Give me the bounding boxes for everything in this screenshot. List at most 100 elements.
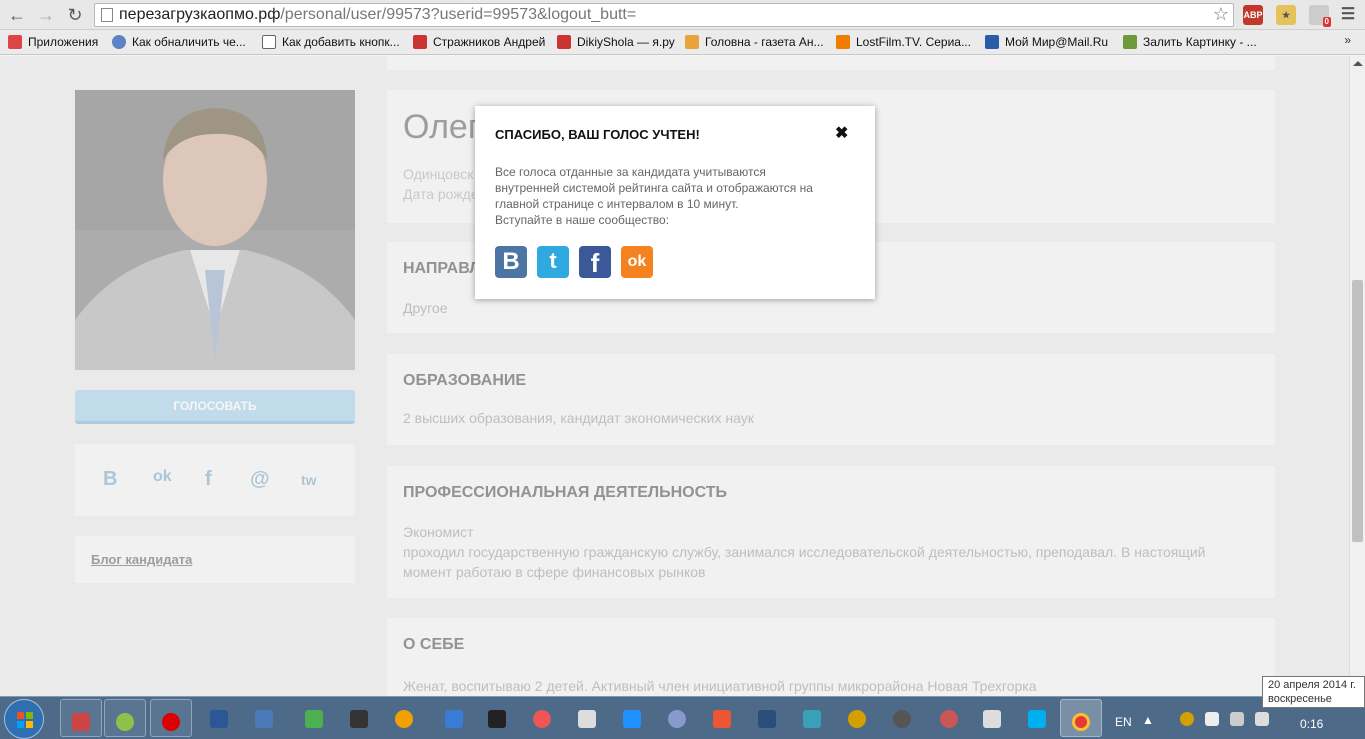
tray-icon[interactable] — [1180, 712, 1194, 726]
page-icon — [262, 35, 276, 49]
bookmark-label: Приложения — [28, 35, 99, 49]
bookmark-item[interactable]: Залить Картинку - ... — [1123, 34, 1257, 50]
modal-text-line: Вступайте в наше сообщество: — [495, 213, 670, 227]
page-icon — [101, 8, 113, 22]
adblock-icon[interactable]: ABP — [1243, 5, 1263, 25]
extension-icon[interactable]: ★ — [1276, 5, 1296, 25]
app-icon — [116, 713, 134, 731]
bookmark-item[interactable]: DikiyShola — я.ру — [557, 34, 675, 50]
menu-icon[interactable]: ☰ — [1338, 5, 1358, 25]
url-host: перезагрузкаопмо.рф — [119, 6, 281, 23]
bookmark-apps[interactable]: Приложения — [8, 34, 98, 50]
date-tooltip: 20 апреля 2014 г. воскресенье — [1262, 676, 1365, 708]
scroll-up-icon[interactable] — [1353, 61, 1363, 66]
network-icon[interactable] — [1230, 712, 1244, 726]
torrent-icon[interactable] — [305, 710, 323, 728]
tooltip-date: 20 апреля 2014 г. — [1268, 679, 1356, 691]
extension-badge-icon[interactable]: 0 — [1309, 5, 1331, 27]
app-icon[interactable] — [350, 710, 368, 728]
language-indicator[interactable]: EN — [1115, 715, 1132, 729]
bookmark-label: Головна - газета Ан... — [705, 35, 824, 49]
site-icon — [1123, 35, 1137, 49]
share-facebook-icon[interactable]: f — [579, 246, 611, 278]
chrome-icon — [1072, 713, 1090, 731]
taskbar-opera[interactable] — [150, 699, 192, 737]
bookmark-label: DikiyShola — я.ру — [577, 35, 675, 49]
bookmark-item[interactable]: Стражников Андрей — [413, 34, 545, 50]
app-icon[interactable] — [983, 710, 1001, 728]
globe-icon — [112, 35, 126, 49]
modal-text-line: главной странице с интервалом в 10 минут… — [495, 197, 739, 211]
bookmark-item[interactable]: Как обналичить че... — [112, 34, 246, 50]
app-icon[interactable] — [668, 710, 686, 728]
app-icon[interactable] — [893, 710, 911, 728]
modal-text-line: внутренней системой рейтинга сайта и ото… — [495, 181, 813, 195]
windows-flag-icon — [17, 712, 33, 728]
taskbar-app[interactable] — [104, 699, 146, 737]
apps-icon — [8, 35, 22, 49]
scroll-thumb[interactable] — [1352, 280, 1363, 542]
site-icon — [985, 35, 999, 49]
page-scrollbar[interactable] — [1349, 56, 1365, 696]
app-icon[interactable] — [758, 710, 776, 728]
app-icon[interactable] — [848, 710, 866, 728]
app-icon[interactable] — [803, 710, 821, 728]
app-icon[interactable] — [255, 710, 273, 728]
calculator-icon[interactable] — [578, 710, 596, 728]
page-viewport: ГОЛОСОВАТЬ B ok f @ tw Блог кандидата Ол… — [0, 56, 1349, 696]
skype-icon[interactable] — [1028, 710, 1046, 728]
opera-icon — [162, 713, 180, 731]
bookmarks-bar: Приложения Как обналичить че... Как доба… — [0, 30, 1365, 55]
vote-confirmation-modal: СПАСИБО, ВАШ ГОЛОС УЧТЕН! ✖ Все голоса о… — [475, 106, 875, 299]
app-icon[interactable] — [488, 710, 506, 728]
modal-title: СПАСИБО, ВАШ ГОЛОС УЧТЕН! — [495, 127, 700, 142]
bookmark-item[interactable]: LostFilm.TV. Сериа... — [836, 34, 971, 50]
site-icon — [836, 35, 850, 49]
bookmark-label: LostFilm.TV. Сериа... — [856, 35, 971, 49]
app-icon[interactable] — [395, 710, 413, 728]
app-icon[interactable] — [445, 710, 463, 728]
browser-toolbar: ← → ↻ перезагрузкаопмо.рф/personal/user/… — [0, 0, 1365, 30]
share-twitter-icon[interactable]: t — [537, 246, 569, 278]
share-odnoklassniki-icon[interactable]: ok — [621, 246, 653, 278]
taskbar-app[interactable] — [60, 699, 102, 737]
bookmarks-more-icon[interactable]: » — [1344, 33, 1351, 47]
start-button[interactable] — [4, 699, 44, 739]
bookmark-label: Стражников Андрей — [433, 35, 546, 49]
windows-taskbar: EN ▲ 0:16 — [0, 696, 1365, 739]
site-icon — [557, 35, 571, 49]
url-path: /personal/user/99573?userid=99573&logout… — [280, 6, 637, 23]
back-icon[interactable]: ← — [6, 4, 28, 26]
bookmark-label: Как добавить кнопк... — [282, 35, 400, 49]
bookmark-item[interactable]: Мой Мир@Mail.Ru — [985, 34, 1108, 50]
site-icon — [685, 35, 699, 49]
modal-message: Все голоса отданные за кандидата учитыва… — [495, 164, 855, 228]
app-icon[interactable] — [713, 710, 731, 728]
reload-icon[interactable]: ↻ — [64, 4, 86, 26]
bookmark-item[interactable]: Головна - газета Ан... — [685, 34, 824, 50]
share-vk-icon[interactable]: B — [495, 246, 527, 278]
forward-icon[interactable]: → — [35, 4, 57, 26]
app-icon[interactable] — [940, 710, 958, 728]
address-bar[interactable]: перезагрузкаопмо.рф/personal/user/99573?… — [94, 3, 1234, 27]
ext-badge: 0 — [1322, 17, 1331, 27]
app-icon — [72, 713, 90, 731]
bookmark-label: Залить Картинку - ... — [1143, 35, 1257, 49]
taskbar-chrome[interactable] — [1060, 699, 1102, 737]
app-icon[interactable] — [623, 710, 641, 728]
bookmark-item[interactable]: Как добавить кнопк... — [262, 34, 400, 50]
star-icon[interactable]: ☆ — [1213, 4, 1229, 25]
tooltip-day: воскресенье — [1268, 693, 1332, 705]
modal-text-line: Все голоса отданные за кандидата учитыва… — [495, 165, 766, 179]
site-icon — [413, 35, 427, 49]
bookmark-label: Мой Мир@Mail.Ru — [1005, 35, 1109, 49]
word-icon[interactable] — [210, 710, 228, 728]
app-icon[interactable] — [533, 710, 551, 728]
clock[interactable]: 0:16 — [1300, 717, 1323, 731]
url-text: перезагрузкаопмо.рф/personal/user/99573?… — [119, 6, 636, 24]
close-icon[interactable]: ✖ — [835, 123, 848, 143]
bookmark-label: Как обналичить че... — [132, 35, 246, 49]
volume-icon[interactable] — [1255, 712, 1269, 726]
tray-icon[interactable] — [1205, 712, 1219, 726]
tray-expand-icon[interactable]: ▲ — [1142, 713, 1154, 727]
